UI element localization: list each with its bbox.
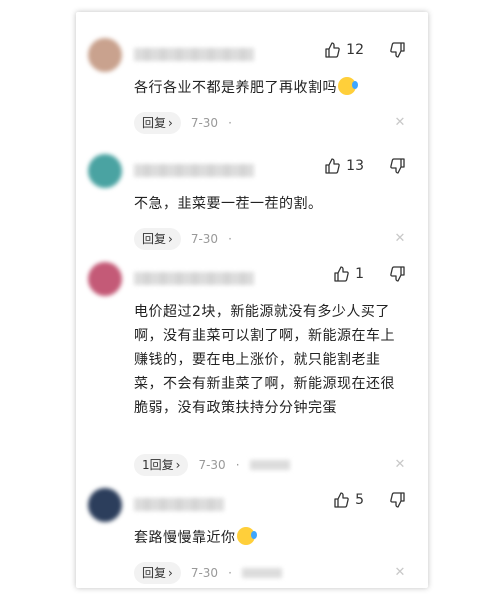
close-icon[interactable]: ✕ [392,115,408,131]
like-button[interactable]: 5 [333,492,364,508]
comment-text: 套路慢慢靠近你 [134,526,408,550]
separator-dot: · [228,232,232,246]
avatar[interactable] [88,262,122,296]
thumbs-down-icon [390,492,405,508]
like-button[interactable]: 12 [324,42,364,58]
reply-label: 回复 [142,116,167,130]
dislike-button[interactable] [390,158,406,174]
sweat-smile-emoji [338,77,358,95]
like-count: 1 [355,266,364,282]
close-icon[interactable]: ✕ [392,231,408,247]
comment-item: 13 不急，韭菜要一茬一茬的割。 回复 › 7-30 · ✕ [76,150,428,260]
comment-text-content: 套路慢慢靠近你 [134,530,236,546]
separator-dot: · [235,458,240,472]
reply-button[interactable]: 回复 › [134,112,181,134]
username[interactable] [134,272,254,285]
username[interactable] [134,48,254,61]
thumbs-up-icon [325,158,340,174]
separator-dot: · [228,116,232,130]
avatar[interactable] [88,154,122,188]
avatar[interactable] [88,38,122,72]
comment-date: 7-30 [190,232,219,246]
comment-date: 7-30 [190,566,219,580]
dislike-button[interactable] [390,42,406,58]
location-text [241,568,282,578]
chevron-right-icon: › [168,566,173,580]
chevron-right-icon: › [168,232,173,246]
thumbs-up-icon [334,266,349,282]
reply-button[interactable]: 回复 › [134,562,181,584]
comment-item: 12 各行各业不都是养肥了再收割吗 回复 › 7-30 · ✕ [76,34,428,144]
like-count: 13 [346,158,364,174]
username[interactable] [134,164,254,177]
comment-text: 各行各业不都是养肥了再收割吗 [134,76,408,100]
like-button[interactable]: 1 [333,266,364,282]
username[interactable] [134,498,224,511]
dislike-button[interactable] [390,266,406,282]
thumbs-up-icon [325,42,340,58]
comment-meta: 回复 › 7-30 · ✕ [134,112,408,134]
thumbs-down-icon [390,42,405,58]
like-count: 12 [346,42,364,58]
reply-button[interactable]: 回复 › [134,228,181,250]
reply-label: 1回复 [142,458,174,472]
comment-item: 1 电价超过2块，新能源就没有多少人买了啊，没有韭菜可以割了啊，新能源在车上赚钱… [76,258,428,478]
comment-item: 5 套路慢慢靠近你 回复 › 7-30 · ✕ [76,484,428,588]
thumbs-up-icon [334,492,349,508]
comment-meta: 回复 › 7-30 · ✕ [134,562,408,584]
reply-label: 回复 [142,566,167,580]
thumbs-down-icon [390,266,405,282]
comment-date: 7-30 [190,116,219,130]
like-button[interactable]: 13 [324,158,364,174]
reply-button[interactable]: 1回复 › [134,454,189,476]
dislike-button[interactable] [390,492,406,508]
comment-date: 7-30 [198,458,226,472]
separator-dot: · [228,566,232,580]
close-icon[interactable]: ✕ [392,457,408,473]
comment-meta: 回复 › 7-30 · ✕ [134,228,408,250]
chevron-right-icon: › [168,116,173,130]
comment-text: 电价超过2块，新能源就没有多少人买了啊，没有韭菜可以割了啊，新能源在车上赚钱的，… [134,304,395,416]
comment-text-content: 各行各业不都是养肥了再收割吗 [134,80,337,96]
avatar[interactable] [88,488,122,522]
thumbs-down-icon [390,158,405,174]
comment-text: 不急，韭菜要一茬一茬的割。 [134,196,323,212]
close-icon[interactable]: ✕ [392,565,408,581]
comment-meta: 1回复 › 7-30 · ✕ [134,454,408,476]
reply-label: 回复 [142,232,167,246]
chevron-right-icon: › [175,458,181,472]
comment-list: 12 各行各业不都是养肥了再收割吗 回复 › 7-30 · ✕ 13 不急，韭菜要… [76,12,428,588]
like-count: 5 [355,492,364,508]
location-text [249,460,290,470]
sweat-smile-emoji [236,527,257,545]
